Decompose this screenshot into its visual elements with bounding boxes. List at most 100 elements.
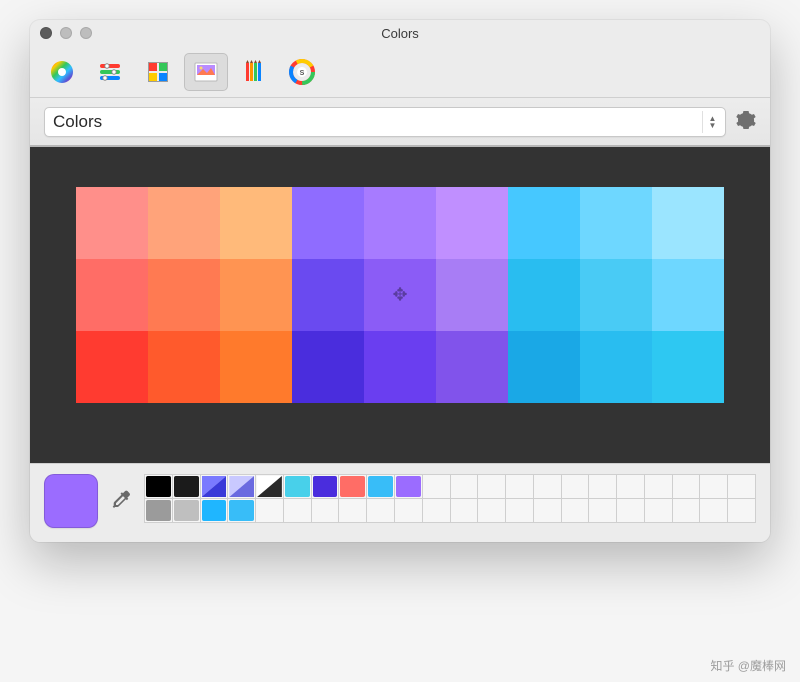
color-sliders-tab[interactable] xyxy=(88,53,132,91)
crosshair-icon: ✥ xyxy=(392,285,407,306)
colors-window: Colors xyxy=(30,20,770,542)
color-swatch[interactable] xyxy=(364,331,436,403)
color-swatch[interactable] xyxy=(508,259,580,331)
color-wheel-icon xyxy=(47,57,77,87)
color-palettes-tab[interactable] xyxy=(136,53,180,91)
color-wheel-tab[interactable] xyxy=(40,53,84,91)
color-well[interactable] xyxy=(451,475,479,499)
color-well[interactable] xyxy=(284,499,312,523)
color-swatch[interactable] xyxy=(292,331,364,403)
color-well[interactable] xyxy=(339,499,367,523)
color-well[interactable] xyxy=(228,499,256,523)
color-swatch[interactable] xyxy=(76,259,148,331)
palette-dropdown[interactable]: Colors ▲▼ xyxy=(44,107,726,137)
color-swatch[interactable] xyxy=(436,187,508,259)
color-well[interactable] xyxy=(700,475,728,499)
palette-selection-bar: Colors ▲▼ xyxy=(30,98,770,146)
color-well[interactable] xyxy=(451,499,479,523)
saved-color-wells xyxy=(144,474,756,523)
color-well[interactable] xyxy=(589,499,617,523)
image-color-area[interactable]: ✥ xyxy=(30,146,770,463)
color-swatch[interactable] xyxy=(436,331,508,403)
color-well[interactable] xyxy=(367,499,395,523)
color-well[interactable] xyxy=(534,499,562,523)
image-palettes-tab[interactable] xyxy=(184,53,228,91)
color-swatch[interactable] xyxy=(76,187,148,259)
color-swatch[interactable]: ✥ xyxy=(364,259,436,331)
color-well[interactable] xyxy=(395,499,423,523)
pencils-tab[interactable] xyxy=(232,53,276,91)
color-well[interactable] xyxy=(728,499,756,523)
color-well[interactable] xyxy=(645,499,673,523)
color-well[interactable] xyxy=(478,475,506,499)
color-well[interactable] xyxy=(562,475,590,499)
color-well[interactable] xyxy=(145,475,173,499)
color-well[interactable] xyxy=(173,499,201,523)
color-well[interactable] xyxy=(312,475,340,499)
color-swatch-grid: ✥ xyxy=(76,187,724,403)
color-swatch[interactable] xyxy=(652,259,724,331)
color-swatch[interactable] xyxy=(220,331,292,403)
color-swatch[interactable] xyxy=(508,187,580,259)
color-well[interactable] xyxy=(673,475,701,499)
color-swatch[interactable] xyxy=(580,331,652,403)
watermark: 知乎 @魔棒网 xyxy=(710,657,786,674)
pencils-icon xyxy=(239,57,269,87)
color-well[interactable] xyxy=(339,475,367,499)
color-well[interactable] xyxy=(478,499,506,523)
color-well[interactable] xyxy=(617,475,645,499)
color-well[interactable] xyxy=(423,475,451,499)
color-well[interactable] xyxy=(284,475,312,499)
close-window-button[interactable] xyxy=(40,27,52,39)
color-well[interactable] xyxy=(312,499,340,523)
color-swatch[interactable] xyxy=(364,187,436,259)
color-swatch[interactable] xyxy=(148,187,220,259)
color-well[interactable] xyxy=(562,499,590,523)
color-swatch[interactable] xyxy=(292,259,364,331)
color-swatch[interactable] xyxy=(220,259,292,331)
color-well[interactable] xyxy=(673,499,701,523)
palette-options-button[interactable] xyxy=(736,110,756,133)
eyedropper-button[interactable] xyxy=(110,489,132,514)
color-well[interactable] xyxy=(145,499,173,523)
color-well[interactable] xyxy=(228,475,256,499)
color-swatch[interactable] xyxy=(292,187,364,259)
color-swatch[interactable] xyxy=(652,187,724,259)
color-well[interactable] xyxy=(423,499,451,523)
color-well[interactable] xyxy=(700,499,728,523)
color-swatch[interactable] xyxy=(148,331,220,403)
color-swatch[interactable] xyxy=(220,187,292,259)
bottom-bar xyxy=(30,463,770,542)
color-swatch[interactable] xyxy=(652,331,724,403)
color-well[interactable] xyxy=(256,475,284,499)
color-swatch[interactable] xyxy=(580,187,652,259)
color-swatch[interactable] xyxy=(436,259,508,331)
color-well[interactable] xyxy=(506,499,534,523)
color-swatch[interactable] xyxy=(508,331,580,403)
zoom-window-button[interactable] xyxy=(80,27,92,39)
spectrum-icon: S xyxy=(287,57,317,87)
color-well[interactable] xyxy=(201,475,229,499)
color-well[interactable] xyxy=(395,475,423,499)
color-swatch[interactable] xyxy=(76,331,148,403)
current-color-well[interactable] xyxy=(44,474,98,528)
color-well[interactable] xyxy=(201,499,229,523)
color-well[interactable] xyxy=(645,475,673,499)
minimize-window-button[interactable] xyxy=(60,27,72,39)
color-swatch[interactable] xyxy=(580,259,652,331)
color-well[interactable] xyxy=(173,475,201,499)
spectrum-tab[interactable]: S xyxy=(280,53,324,91)
color-well[interactable] xyxy=(589,475,617,499)
color-swatch[interactable] xyxy=(148,259,220,331)
color-well[interactable] xyxy=(256,499,284,523)
traffic-lights xyxy=(40,27,92,39)
color-well[interactable] xyxy=(617,499,645,523)
watermark-text: 知乎 @魔棒网 xyxy=(710,657,786,674)
color-well[interactable] xyxy=(506,475,534,499)
color-well[interactable] xyxy=(367,475,395,499)
title-bar: Colors xyxy=(30,20,770,46)
color-well[interactable] xyxy=(728,475,756,499)
color-well[interactable] xyxy=(534,475,562,499)
gear-icon xyxy=(736,110,756,130)
palette-dropdown-label: Colors xyxy=(53,112,102,132)
